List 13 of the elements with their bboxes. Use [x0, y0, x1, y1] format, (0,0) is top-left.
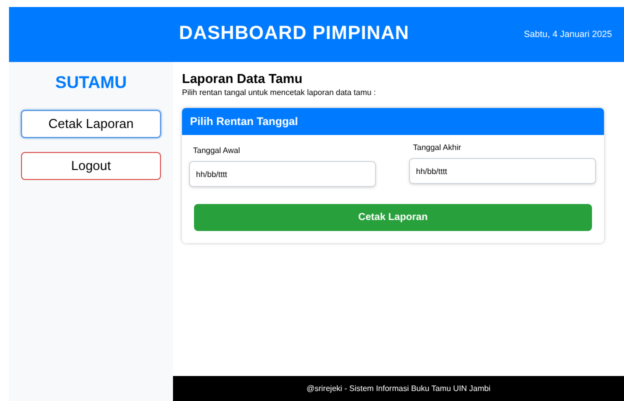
section-title: Laporan Data Tamu: [182, 71, 304, 88]
footer-bar: @srirejeki - Sistem Informasi Buku Tamu UIN Jambi: [173, 376, 624, 401]
brand-logo: SUTAMU: [55, 72, 127, 94]
section-subtitle: Pilih rentan tangal untuk mencetak laporan data tamu :: [182, 87, 377, 100]
field-label: Tanggal Akhir: [413, 142, 462, 154]
date-text: Sabtu, 4 Januari 2025: [524, 28, 612, 41]
date-field[interactable]: hh/bb/tttt: [409, 158, 596, 184]
sidebar-button[interactable]: Cetak Laporan: [21, 110, 161, 138]
date-field[interactable]: hh/bb/tttt: [189, 161, 376, 188]
page-title: DASHBOARD PIMPINAN: [179, 22, 410, 46]
logout-button[interactable]: Logout: [21, 152, 161, 180]
card-header: Pilih Rentan Tanggal: [182, 108, 604, 136]
field-label: Tanggal Awal: [193, 145, 241, 158]
